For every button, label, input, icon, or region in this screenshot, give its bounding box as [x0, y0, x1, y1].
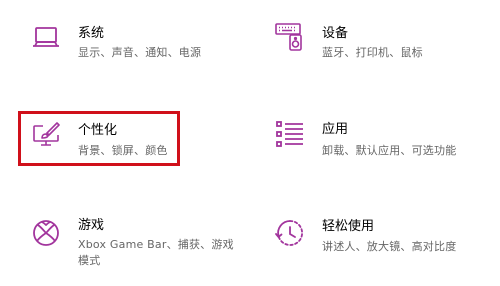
ease-of-access-icon: [274, 217, 306, 249]
tile-description: 背景、锁屏、颜色: [78, 144, 168, 157]
keyboard-speaker-icon: [274, 20, 306, 52]
tile-description: Xbox Game Bar、捕获、游戏模式: [78, 238, 234, 267]
tile-title: 应用: [322, 122, 349, 137]
tile-description: 卸载、默认应用、可选功能: [322, 144, 457, 157]
settings-tile-ease-of-access[interactable]: 轻松使用 讲述人、放大镜、高对比度: [250, 195, 500, 286]
tile-title: 系统: [78, 26, 105, 41]
settings-tile-apps[interactable]: 应用 卸载、默认应用、可选功能: [250, 95, 500, 185]
xbox-icon: [30, 217, 62, 249]
tile-title: 设备: [322, 26, 349, 41]
laptop-icon: [30, 22, 62, 54]
tile-description: 显示、声音、通知、电源: [78, 46, 202, 59]
tile-description: 讲述人、放大镜、高对比度: [322, 240, 457, 253]
settings-tile-system[interactable]: 系统 显示、声音、通知、电源: [0, 0, 250, 90]
app-list-icon: [274, 118, 306, 150]
tile-title: 个性化: [78, 123, 118, 138]
tile-title: 轻松使用: [322, 219, 375, 234]
settings-tile-personalization[interactable]: 个性化 背景、锁屏、颜色: [0, 95, 250, 185]
settings-tile-devices[interactable]: 设备 蓝牙、打印机、鼠标: [250, 0, 500, 90]
tile-title: 游戏: [78, 218, 105, 233]
settings-tile-gaming[interactable]: 游戏 Xbox Game Bar、捕获、游戏模式: [0, 195, 250, 286]
tile-description: 蓝牙、打印机、鼠标: [322, 46, 423, 59]
paintbrush-monitor-icon: [30, 119, 62, 151]
